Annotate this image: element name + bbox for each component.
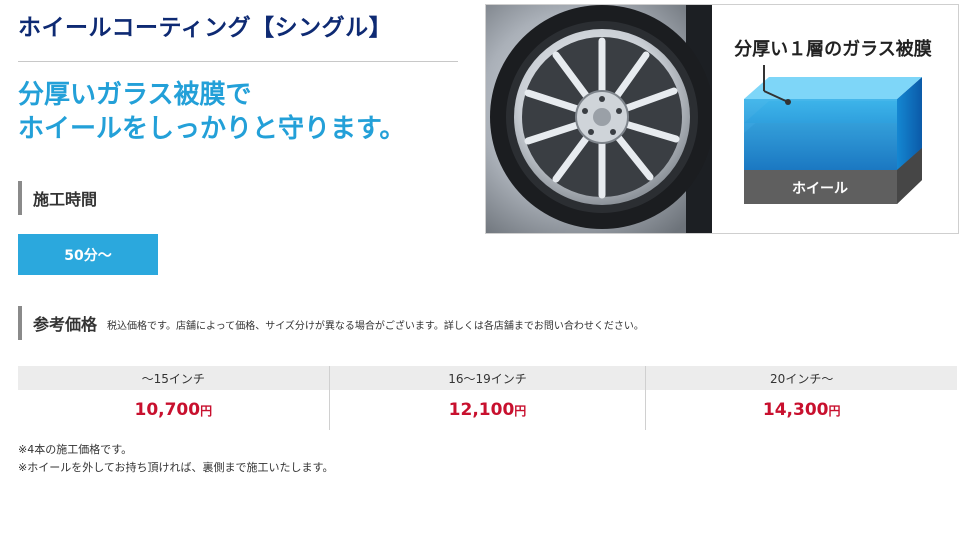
- price-cell: 14,300円: [645, 390, 957, 430]
- construction-time-badge: 50分～: [18, 234, 158, 275]
- footnotes: ※4本の施工価格です。 ※ホイールを外してお持ち頂ければ、裏側まで施工いたします…: [18, 441, 333, 477]
- title-divider: [18, 61, 458, 62]
- construction-time-heading: 施工時間: [18, 181, 97, 215]
- coating-callout-text: 分厚い１層のガラス被膜: [734, 38, 932, 60]
- price-unit: 円: [828, 404, 841, 418]
- price-cell: 10,700円: [18, 390, 330, 430]
- price-table: ～15インチ 16～19インチ 20インチ～ 10,700円 12,100円 1…: [18, 366, 957, 430]
- reference-price-note: 税込価格です。店舗によって価格、サイズ分けが異なる場合がございます。詳しくは各店…: [107, 321, 644, 332]
- size-header-cell: 20インチ～: [645, 366, 957, 390]
- construction-time-label: 施工時間: [33, 190, 98, 209]
- illustration-svg: ホイール 分厚い１層のガラス被膜: [486, 5, 958, 233]
- lead-copy: 分厚いガラス被膜で ホイールをしっかりと守ります。: [18, 78, 405, 146]
- wheel-photo: [486, 5, 714, 233]
- coating-diagram: ホイール 分厚い１層のガラス被膜: [712, 5, 958, 233]
- lead-line-1: 分厚いガラス被膜で: [18, 80, 252, 110]
- lead-line-2: ホイールをしっかりと守ります。: [18, 114, 406, 144]
- price-cell: 12,100円: [328, 390, 646, 430]
- wheel-coating-illustration: ホイール 分厚い１層のガラス被膜: [485, 4, 959, 234]
- price-value: 12,100: [448, 400, 515, 420]
- reference-price-label: 参考価格: [33, 315, 98, 334]
- price-value: 14,300: [762, 400, 829, 420]
- price-unit: 円: [514, 404, 527, 418]
- size-header-cell: ～15インチ: [18, 366, 330, 390]
- page-title: ホイールコーティング【シングル】: [18, 15, 393, 41]
- size-header-cell: 16～19インチ: [328, 366, 646, 390]
- reference-price-heading: 参考価格 税込価格です。店舗によって価格、サイズ分けが異なる場合がございます。詳…: [18, 306, 644, 340]
- price-table-value-row: 10,700円 12,100円 14,300円: [18, 390, 957, 430]
- price-unit: 円: [200, 404, 213, 418]
- price-table-header-row: ～15インチ 16～19インチ 20インチ～: [18, 366, 957, 390]
- price-value: 10,700: [134, 400, 201, 420]
- footnote: ※ホイールを外してお持ち頂ければ、裏側まで施工いたします。: [18, 461, 334, 474]
- wheel-base-label: ホイール: [792, 181, 848, 197]
- footnote: ※4本の施工価格です。: [18, 443, 133, 456]
